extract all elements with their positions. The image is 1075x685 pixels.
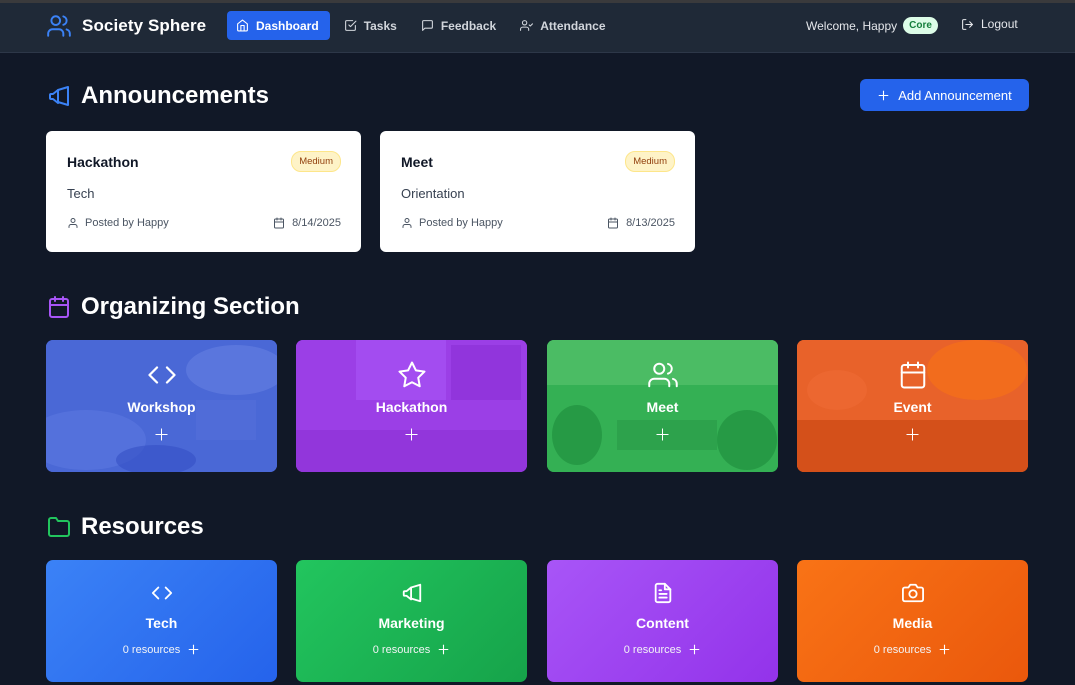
organizing-title: Organizing Section xyxy=(81,293,300,320)
resource-count-text: 0 resources xyxy=(623,643,682,656)
user-icon xyxy=(402,218,412,228)
calendar-icon xyxy=(608,217,619,229)
brand[interactable]: Society Sphere xyxy=(46,13,206,39)
welcome-area: Welcome, Happy Core xyxy=(806,17,938,34)
code-icon xyxy=(151,586,172,600)
announcement-title: Hackathon xyxy=(67,154,139,170)
user-icon xyxy=(68,218,78,228)
announcements-header: Announcements xyxy=(47,82,269,110)
resource-card-label: Marketing xyxy=(378,615,445,631)
priority-badge: Medium xyxy=(291,151,341,172)
announcement-author: Posted by Happy xyxy=(401,217,503,229)
plus-icon[interactable] xyxy=(905,427,920,442)
add-announcement-button[interactable]: Add Announcement xyxy=(860,79,1029,111)
nav-dashboard-label: Dashboard xyxy=(256,18,319,33)
resource-card-label: Media xyxy=(892,615,933,631)
priority-badge: Medium xyxy=(625,151,675,172)
date-text: 8/14/2025 xyxy=(292,217,341,229)
organizing-card-label: Meet xyxy=(646,399,679,415)
organizing-header: Organizing Section xyxy=(47,293,300,321)
plus-icon[interactable] xyxy=(404,427,419,442)
plus-icon[interactable] xyxy=(187,643,200,656)
top-navbar: Society Sphere Dashboard Tasks Feedback … xyxy=(0,3,1075,53)
check-square-icon xyxy=(344,20,357,31)
users-logo-icon xyxy=(47,15,71,37)
folder-icon xyxy=(48,517,70,537)
posted-by-text: Posted by Happy xyxy=(85,217,169,229)
nav-links: Dashboard Tasks Feedback Attendance xyxy=(227,11,616,40)
card-content: Meet xyxy=(547,340,778,472)
announcement-author: Posted by Happy xyxy=(67,217,169,229)
announcement-date: 8/14/2025 xyxy=(273,217,341,229)
message-square-icon xyxy=(421,20,433,31)
file-text-icon xyxy=(654,582,671,604)
user-check-icon xyxy=(520,20,534,31)
nav-attendance[interactable]: Attendance xyxy=(510,11,615,40)
app-name: Society Sphere xyxy=(82,16,207,35)
card-content: Workshop xyxy=(46,340,277,472)
nav-feedback[interactable]: Feedback xyxy=(411,11,506,40)
users-icon xyxy=(647,362,678,388)
plus-icon[interactable] xyxy=(437,643,450,656)
welcome-text: Welcome, Happy xyxy=(806,18,898,33)
nav-dashboard[interactable]: Dashboard xyxy=(227,11,330,40)
organizing-card-hackathon[interactable]: Hackathon xyxy=(296,340,527,472)
home-icon xyxy=(237,19,248,32)
organizing-card-label: Event xyxy=(893,399,932,415)
announcement-card[interactable]: Hackathon Medium Tech Posted by Happy 8/… xyxy=(46,131,361,252)
resource-count: 0 resources xyxy=(624,643,701,656)
nav-tasks-label: Tasks xyxy=(363,18,397,33)
calendar-icon xyxy=(900,361,925,389)
nav-attendance-label: Attendance xyxy=(540,18,606,33)
resource-count: 0 resources xyxy=(373,643,450,656)
organizing-card-label: Workshop xyxy=(127,399,196,415)
organizing-card-label: Hackathon xyxy=(375,399,448,415)
megaphone-icon xyxy=(402,583,421,603)
code-icon xyxy=(147,366,176,384)
add-announcement-label: Add Announcement xyxy=(898,87,1012,103)
resource-card-label: Tech xyxy=(145,615,178,631)
plus-icon[interactable] xyxy=(688,643,701,656)
resource-count-text: 0 resources xyxy=(122,643,181,656)
nav-feedback-label: Feedback xyxy=(440,18,497,33)
announcements-title: Announcements xyxy=(81,82,270,109)
announcement-category: Tech xyxy=(67,186,95,201)
calendar-icon xyxy=(274,217,285,229)
megaphone-icon xyxy=(49,86,69,106)
posted-by-text: Posted by Happy xyxy=(419,217,503,229)
resource-count-text: 0 resources xyxy=(372,643,431,656)
logout-button[interactable]: Logout xyxy=(961,17,1018,31)
announcement-date: 8/13/2025 xyxy=(607,217,675,229)
role-badge: Core xyxy=(903,17,938,34)
resource-card-marketing[interactable]: Marketing 0 resources xyxy=(296,560,527,682)
resource-count: 0 resources xyxy=(123,643,200,656)
date-text: 8/13/2025 xyxy=(626,217,675,229)
organizing-card-meet[interactable]: Meet xyxy=(547,340,778,472)
resource-card-media[interactable]: Media 0 resources xyxy=(797,560,1028,682)
plus-icon[interactable] xyxy=(655,427,670,442)
card-content: Hackathon xyxy=(296,340,527,472)
organizing-card-event[interactable]: Event xyxy=(797,340,1028,472)
resource-count-text: 0 resources xyxy=(873,643,932,656)
plus-icon[interactable] xyxy=(938,643,951,656)
resource-card-label: Content xyxy=(636,615,689,631)
resource-card-tech[interactable]: Tech 0 resources xyxy=(46,560,277,682)
camera-icon xyxy=(901,583,924,603)
plus-icon xyxy=(878,90,889,100)
resource-count: 0 resources xyxy=(874,643,951,656)
logout-label: Logout xyxy=(981,17,1018,31)
plus-icon[interactable] xyxy=(154,427,169,442)
announcement-title: Meet xyxy=(401,154,433,170)
star-icon xyxy=(398,361,425,388)
resource-card-content[interactable]: Content 0 resources xyxy=(547,560,778,682)
resources-header: Resources xyxy=(47,513,204,541)
logout-icon xyxy=(962,18,973,30)
resources-title: Resources xyxy=(81,513,204,540)
announcement-category: Orientation xyxy=(401,186,465,201)
card-content: Event xyxy=(797,340,1028,472)
nav-tasks[interactable]: Tasks xyxy=(334,11,407,40)
announcement-card[interactable]: Meet Medium Orientation Posted by Happy … xyxy=(380,131,695,252)
organizing-card-workshop[interactable]: Workshop xyxy=(46,340,277,472)
calendar-icon xyxy=(49,296,69,318)
